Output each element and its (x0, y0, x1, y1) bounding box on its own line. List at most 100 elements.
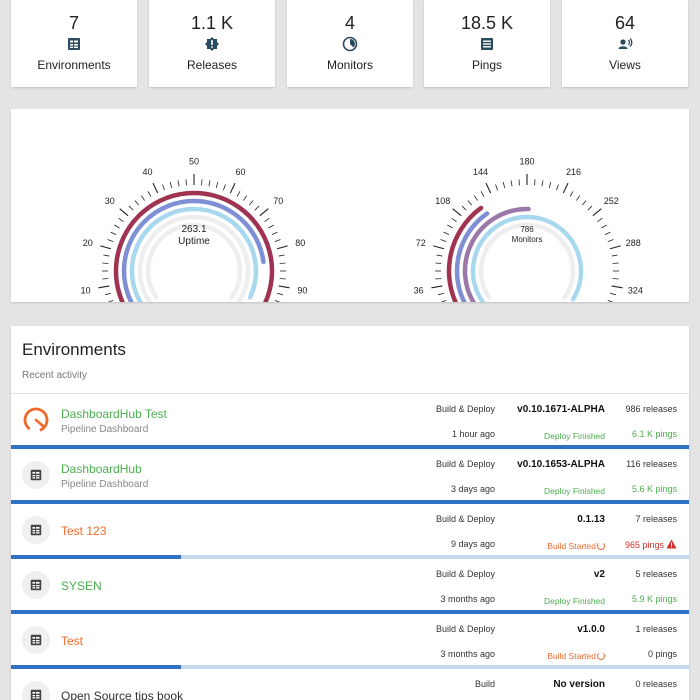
environment-kind: Build & Deploy (435, 624, 495, 634)
gauge-minor-tick (604, 231, 611, 236)
gauge-minor-tick (607, 300, 614, 302)
environment-name-link[interactable]: SYSEN (61, 579, 102, 593)
gauge-minor-tick (435, 278, 442, 280)
gauge-minor-tick (134, 200, 140, 206)
release-version: v0.10.1671-ALPHA (517, 404, 605, 415)
gauge-minor-tick (254, 205, 260, 211)
gauge-tick-label: 90 (297, 286, 307, 296)
gauge-minor-tick (140, 195, 145, 201)
gauge-minor-tick (208, 180, 211, 187)
gauge-minor-tick (556, 184, 559, 191)
environment-row[interactable]: Open Source tips book Build No version 0… (11, 669, 689, 700)
gauge-minor-tick (436, 254, 443, 257)
environment-name-link[interactable]: Open Source tips book (61, 689, 183, 700)
gauge-minor-tick (268, 224, 274, 229)
gauge-major-tick (119, 208, 129, 217)
stat-label: Releases (186, 58, 238, 72)
ping-count-text: 965 pings (624, 540, 664, 550)
gauge-tick-label: 72 (416, 238, 426, 248)
gauge-minor-tick (169, 182, 173, 189)
gauge-minor-tick (576, 195, 581, 201)
last-activity-time: 9 days ago (450, 539, 495, 549)
release-count: 116 releases (626, 459, 677, 469)
gauge-minor-tick (611, 254, 618, 257)
gauge-minor-tick (597, 217, 603, 222)
gauge-major-tick (431, 285, 443, 289)
environments-subtitle: Recent activity (22, 370, 88, 381)
pings-list-icon (481, 38, 493, 50)
gauge-minor-tick (110, 231, 117, 236)
gauge-major-tick (276, 245, 288, 250)
gauge-tick-label: 288 (626, 238, 641, 248)
ping-count: 5.6 K pings (632, 484, 677, 494)
stat-label: Environments (37, 58, 111, 72)
gauge-major-tick (98, 285, 110, 289)
stat-card-releases[interactable]: 1.1 K Releases (149, 0, 275, 87)
gauge-major-tick (259, 208, 269, 217)
dashboardhub-logo-icon (22, 406, 50, 434)
gauge-minor-tick (612, 262, 619, 264)
gauge-major-tick (562, 182, 569, 194)
gauge-tick-label: 252 (604, 196, 619, 206)
gauge-minor-tick (440, 239, 447, 242)
spinner-icon (597, 542, 605, 550)
gauge-minor-tick (248, 200, 254, 206)
gauge-minor-tick (518, 179, 520, 186)
release-status: Deploy Finished (544, 431, 605, 441)
gauge-minor-tick (264, 217, 270, 222)
stat-card-environments[interactable]: 7 Environments (11, 0, 137, 87)
environments-title: Environments (22, 340, 126, 359)
gauge-major-tick (433, 245, 445, 250)
stat-label: Views (609, 58, 641, 72)
gauge-minor-tick (274, 239, 281, 242)
stats-row: 7 Environments 1.1 K Releases 4 Monitors… (0, 0, 700, 88)
gauge-minor-tick (607, 239, 614, 242)
stat-card-pings[interactable]: 18.5 K Pings (424, 0, 550, 87)
release-version: v2 (593, 569, 605, 580)
gauge-center-label: Monitors (512, 235, 543, 244)
stat-value: 18.5 K (460, 13, 514, 33)
environment-row[interactable]: Test 123 Build & Deploy 9 days ago 0.1.1… (11, 504, 689, 559)
environment-icon (22, 461, 50, 489)
environment-name-link[interactable]: DashboardHub Test (61, 407, 167, 421)
ping-count-text: 0 pings (647, 649, 677, 659)
stat-card-monitors[interactable]: 4 Monitors (287, 0, 413, 87)
gauges-svg: 0102030405060708090100263.1Uptime0367210… (81, 157, 643, 302)
gauge-tick-label: 20 (83, 238, 93, 248)
release-version: v0.10.1653-ALPHA (517, 459, 605, 470)
ping-count: 5.9 K pings (632, 594, 677, 604)
gauge-minor-tick (274, 300, 281, 302)
gauge-minor-tick (467, 200, 473, 206)
environment-row[interactable]: SYSEN Build & Deploy 3 months ago v2 Dep… (11, 559, 689, 614)
environment-name-link[interactable]: Test (61, 634, 83, 648)
environment-icon (68, 38, 80, 50)
stat-card-views[interactable]: 64 Views (562, 0, 688, 87)
environment-name-link[interactable]: DashboardHub (61, 462, 142, 476)
gauge-minor-tick (128, 205, 134, 211)
stat-value: 1.1 K (190, 13, 234, 33)
gauge-minor-tick (581, 200, 587, 206)
release-version: No version (553, 679, 605, 690)
gauge-center-value: 263.1 (181, 224, 206, 235)
release-status-text: Deploy Finished (544, 431, 605, 441)
gauge-minor-tick (569, 191, 574, 197)
gauge-minor-tick (102, 262, 109, 264)
release-status: Deploy Finished (544, 596, 605, 606)
gauge-minor-tick (461, 205, 467, 211)
environment-row[interactable]: DashboardHub Test Pipeline Dashboard Bui… (11, 394, 689, 449)
gauge-major-tick (609, 245, 621, 250)
environment-row[interactable]: DashboardHub Pipeline Dashboard Build & … (11, 449, 689, 504)
spinner-icon (597, 652, 605, 660)
environment-kind: Build & Deploy (435, 459, 495, 469)
gauge-minor-tick (105, 292, 112, 296)
gauge-minor-tick (443, 231, 450, 236)
gauge-minor-tick (185, 179, 187, 186)
monitor-icon (342, 36, 358, 52)
gauge-center-label: Uptime (178, 236, 210, 247)
environment-row[interactable]: Test Build & Deploy 3 months ago v1.0.0 … (11, 614, 689, 669)
release-status: Build Started (547, 651, 605, 661)
gauge-minor-tick (279, 262, 286, 264)
environment-name-link[interactable]: Test 123 (61, 524, 106, 538)
environment-kind: Build & Deploy (435, 404, 495, 414)
environment-description: Pipeline Dashboard (61, 479, 149, 490)
